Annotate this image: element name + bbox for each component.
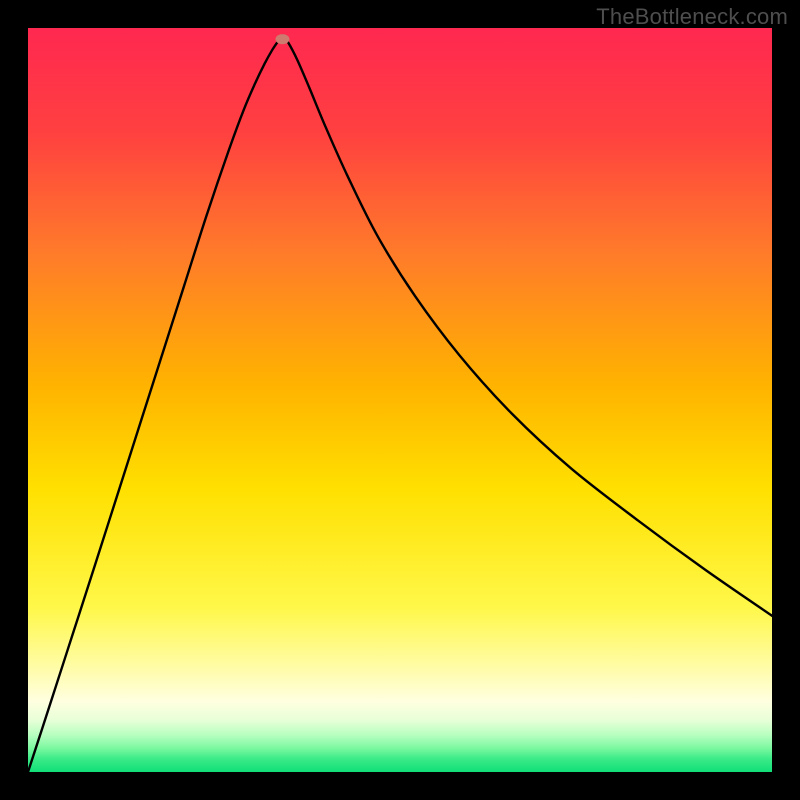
gradient-background	[28, 28, 772, 772]
watermark-label: TheBottleneck.com	[596, 4, 788, 30]
bottleneck-chart	[28, 28, 772, 772]
plot-area	[28, 28, 772, 772]
chart-frame: TheBottleneck.com	[0, 0, 800, 800]
minimum-marker	[275, 34, 289, 44]
